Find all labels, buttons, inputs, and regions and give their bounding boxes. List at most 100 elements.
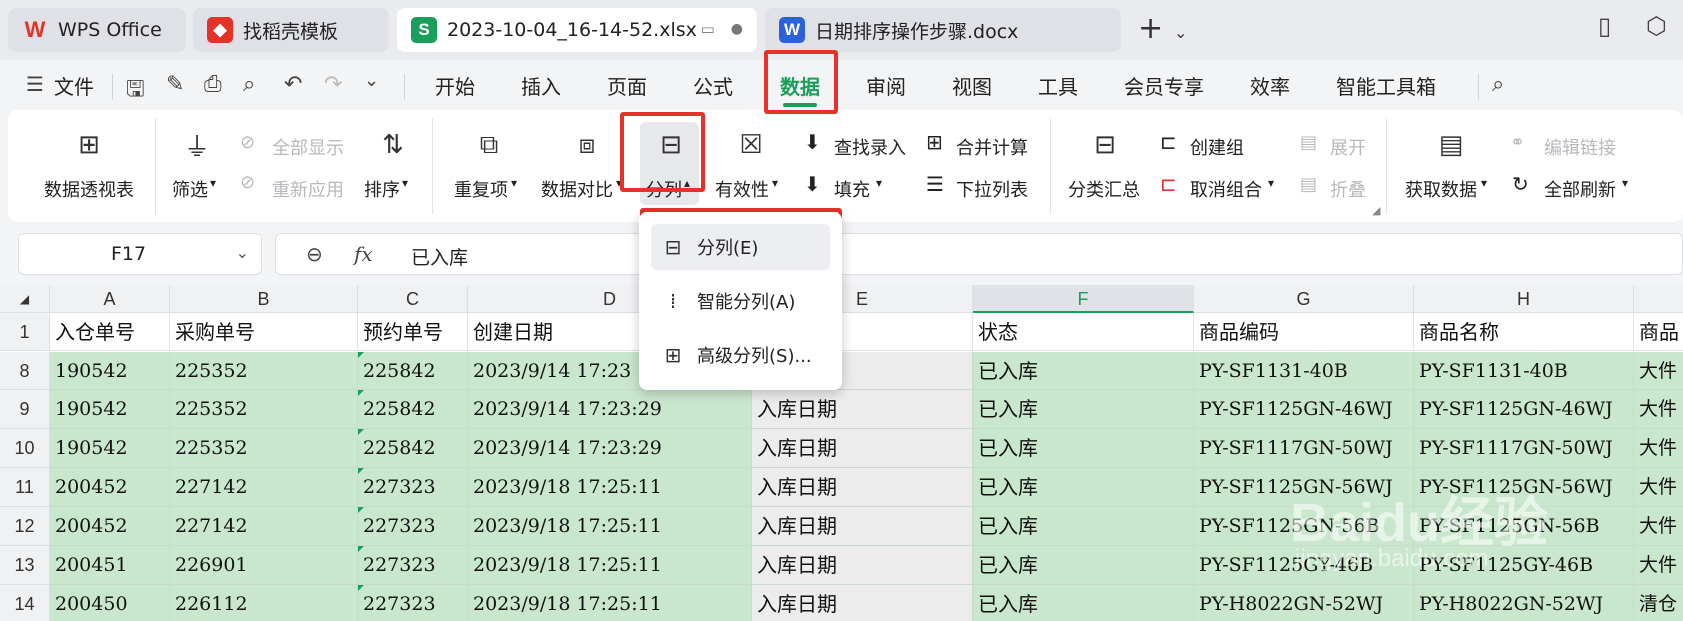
row-header[interactable]: 11	[0, 468, 50, 507]
table-cell[interactable]: 190542	[50, 352, 170, 390]
pivot-table-button[interactable]: 数据透视表	[44, 176, 134, 202]
print-preview-icon[interactable]: ⌕	[243, 72, 255, 97]
table-cell[interactable]: 190542	[50, 390, 170, 429]
menu-member[interactable]: 会员专享	[1124, 71, 1204, 100]
table-cell[interactable]: PY-SF1131-40B	[1414, 352, 1634, 390]
table-cell[interactable]: PY-SF1125GN-46WJ	[1194, 390, 1414, 429]
table-cell[interactable]: 225842	[358, 352, 468, 390]
table-cell[interactable]: 清仓	[1634, 585, 1683, 621]
table-cell[interactable]: 入库日期	[752, 546, 973, 585]
table-cell[interactable]: 已入库	[973, 429, 1194, 468]
menu-smart-toolbox[interactable]: 智能工具箱	[1336, 71, 1436, 100]
tab-docer[interactable]: ◆ 找稻壳模板	[193, 8, 389, 52]
menu-formula[interactable]: 公式	[693, 71, 733, 100]
zoom-formula-icon[interactable]: ⊖	[306, 242, 323, 266]
row-header[interactable]: 8	[0, 352, 50, 390]
menu-item-smart-split[interactable]: ⁞ 智能分列(A)	[651, 278, 830, 324]
redo-icon[interactable]: ↷	[324, 72, 342, 97]
sort-button[interactable]: 排序	[364, 176, 400, 202]
column-header-a[interactable]: A	[50, 285, 170, 313]
table-cell[interactable]: 大件	[1634, 546, 1683, 585]
table-cell[interactable]: 200450	[50, 585, 170, 621]
menu-item-split[interactable]: ⊟ 分列(E)	[651, 224, 830, 270]
table-cell[interactable]: 2023/9/18 17:25:11	[468, 546, 752, 585]
table-cell[interactable]: 入库日期	[752, 390, 973, 429]
table-cell[interactable]: 大件	[1634, 429, 1683, 468]
table-cell[interactable]: 入库日期	[752, 585, 973, 621]
unsaved-dot-icon[interactable]: ●	[731, 21, 743, 37]
column-title-cell[interactable]: 入仓单号	[50, 313, 170, 351]
menu-page[interactable]: 页面	[607, 71, 647, 100]
menu-start[interactable]: 开始	[435, 71, 475, 100]
create-group-button[interactable]: 创建组	[1190, 134, 1244, 160]
table-cell[interactable]: PY-SF1131-40B	[1194, 352, 1414, 390]
column-title-cell[interactable]: 采购单号	[170, 313, 358, 351]
fill-button[interactable]: 填充	[834, 176, 870, 202]
fx-icon[interactable]: fx	[354, 242, 373, 266]
duplicates-button[interactable]: 重复项	[454, 176, 508, 202]
table-cell[interactable]: 225842	[358, 390, 468, 429]
table-cell[interactable]: 2023/9/18 17:25:11	[468, 507, 752, 546]
table-cell[interactable]: 已入库	[973, 585, 1194, 621]
tab-wps-office[interactable]: W WPS Office	[8, 8, 186, 52]
consolidate-button[interactable]: 合并计算	[956, 134, 1028, 160]
monitor-icon[interactable]: ▭	[701, 20, 715, 38]
format-painter-icon[interactable]: ✎	[166, 72, 184, 97]
column-header-g[interactable]: G	[1194, 285, 1414, 313]
table-cell[interactable]: 2023/9/14 17:23:29	[468, 390, 752, 429]
chevron-down-icon[interactable]: ⌄	[236, 243, 249, 262]
menu-insert[interactable]: 插入	[521, 71, 561, 100]
table-cell[interactable]: 大件	[1634, 507, 1683, 546]
formula-bar[interactable]: ⊖ fx 已入库	[275, 233, 1683, 275]
duplicates-icon[interactable]: ⧉	[468, 124, 510, 166]
table-cell[interactable]: 227142	[170, 507, 358, 546]
select-all-corner[interactable]: ◢	[0, 285, 50, 313]
tab-list-chevron-icon[interactable]: ⌄	[1174, 18, 1187, 48]
menu-review[interactable]: 审阅	[866, 71, 906, 100]
name-box[interactable]: F17 ⌄	[18, 233, 262, 275]
column-header-i[interactable]	[1634, 285, 1683, 313]
cube-icon[interactable]: ⬡	[1646, 12, 1667, 40]
compare-icon[interactable]: ⧈	[566, 124, 608, 166]
tab-spreadsheet[interactable]: S 2023-10-04_16-14-52.xlsx ▭ ●	[397, 8, 757, 52]
filter-icon[interactable]: ⏚	[176, 124, 218, 166]
column-title-cell[interactable]: 商品	[1634, 313, 1683, 351]
subtotal-button[interactable]: 分类汇总	[1068, 176, 1140, 202]
column-title-cell[interactable]: 商品名称	[1414, 313, 1634, 351]
table-cell[interactable]: 225352	[170, 352, 358, 390]
save-icon[interactable]: 🖫	[126, 72, 145, 110]
column-title-cell[interactable]: 商品编码	[1194, 313, 1414, 351]
filter-button[interactable]: 筛选	[172, 176, 208, 202]
table-cell[interactable]: 200452	[50, 468, 170, 507]
subtotal-icon[interactable]: ⊟	[1084, 124, 1126, 166]
column-title-cell[interactable]: 预约单号	[358, 313, 468, 351]
table-cell[interactable]: 入库日期	[752, 507, 973, 546]
table-cell[interactable]: 大件	[1634, 390, 1683, 429]
table-cell[interactable]: PY-H8022GN-52WJ	[1194, 585, 1414, 621]
row-header[interactable]: 9	[0, 390, 50, 429]
table-cell[interactable]: 2023/9/14 17:23:29	[468, 429, 752, 468]
table-cell[interactable]: 大件	[1634, 352, 1683, 390]
dialog-launcher-icon[interactable]: ◢	[1372, 204, 1380, 217]
column-header-h[interactable]: H	[1414, 285, 1634, 313]
row-header[interactable]: 12	[0, 507, 50, 546]
new-tab-plus-icon[interactable]: +	[1138, 14, 1163, 44]
table-cell[interactable]: 226901	[170, 546, 358, 585]
undo-icon[interactable]: ↶	[284, 72, 302, 97]
table-cell[interactable]: 入库日期	[752, 429, 973, 468]
get-data-button[interactable]: 获取数据	[1405, 176, 1477, 202]
table-cell[interactable]: 大件	[1634, 468, 1683, 507]
table-cell[interactable]: 227323	[358, 468, 468, 507]
menu-view[interactable]: 视图	[952, 71, 992, 100]
table-cell[interactable]: 已入库	[973, 546, 1194, 585]
table-cell[interactable]: PY-H8022GN-52WJ	[1414, 585, 1634, 621]
table-cell[interactable]: 225842	[358, 429, 468, 468]
table-cell[interactable]: 入库日期	[752, 468, 973, 507]
dropdown-list-button[interactable]: 下拉列表	[956, 176, 1028, 202]
column-header-b[interactable]: B	[170, 285, 358, 313]
refresh-all-button[interactable]: 全部刷新	[1544, 176, 1616, 202]
table-cell[interactable]: 200451	[50, 546, 170, 585]
validity-icon[interactable]: ☒	[730, 124, 772, 166]
ungroup-button[interactable]: 取消组合	[1190, 176, 1262, 202]
row-header[interactable]: 13	[0, 546, 50, 585]
